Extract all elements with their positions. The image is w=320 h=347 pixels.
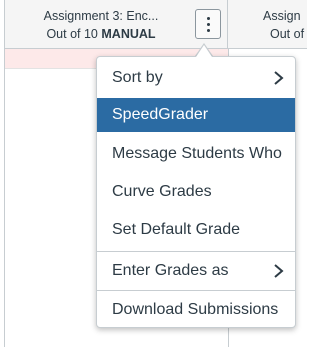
menu-item-download-submissions[interactable]: Download Submissions — [97, 293, 295, 327]
menu-separator — [97, 290, 295, 291]
menu-item-label: Sort by — [112, 69, 163, 86]
menu-item-message-students[interactable]: Message Students Who — [97, 137, 295, 171]
menu-pointer-fill — [196, 45, 212, 57]
column-options-menu: Sort by SpeedGrader Message Students Who… — [96, 56, 296, 328]
assignment-title: Assignment 3: Enc... — [43, 9, 159, 23]
chevron-right-icon — [274, 71, 284, 85]
menu-item-curve-grades[interactable]: Curve Grades — [97, 175, 295, 209]
menu-item-label: Download Submissions — [112, 301, 279, 318]
menu-item-label: SpeedGrader — [112, 106, 209, 123]
next-assignment-points: Out of — [270, 27, 305, 41]
column-divider — [4, 49, 5, 347]
menu-item-set-default-grade[interactable]: Set Default Grade — [97, 213, 295, 247]
column-options-button[interactable] — [195, 9, 221, 39]
grading-type-label: MANUAL — [101, 27, 156, 41]
menu-separator — [97, 251, 295, 252]
next-assignment-column-header[interactable]: Assign Out of — [228, 0, 307, 49]
menu-item-label: Enter Grades as — [112, 262, 229, 279]
chevron-right-icon — [274, 264, 284, 278]
menu-item-label: Set Default Grade — [112, 221, 241, 238]
assignment-points: Out of 10 MANUAL — [5, 26, 197, 43]
menu-item-label: Curve Grades — [112, 183, 212, 200]
assignment-column-header[interactable]: Assignment 3: Enc... Out of 10 MANUAL — [4, 0, 228, 49]
menu-item-sort-by[interactable]: Sort by — [97, 61, 295, 95]
menu-item-label: Message Students Who — [112, 145, 282, 162]
points-text: Out of 10 — [46, 27, 98, 41]
menu-item-speedgrader[interactable]: SpeedGrader — [97, 98, 295, 132]
menu-item-enter-grades-as[interactable]: Enter Grades as — [97, 254, 295, 288]
next-assignment-title: Assign — [263, 9, 301, 23]
